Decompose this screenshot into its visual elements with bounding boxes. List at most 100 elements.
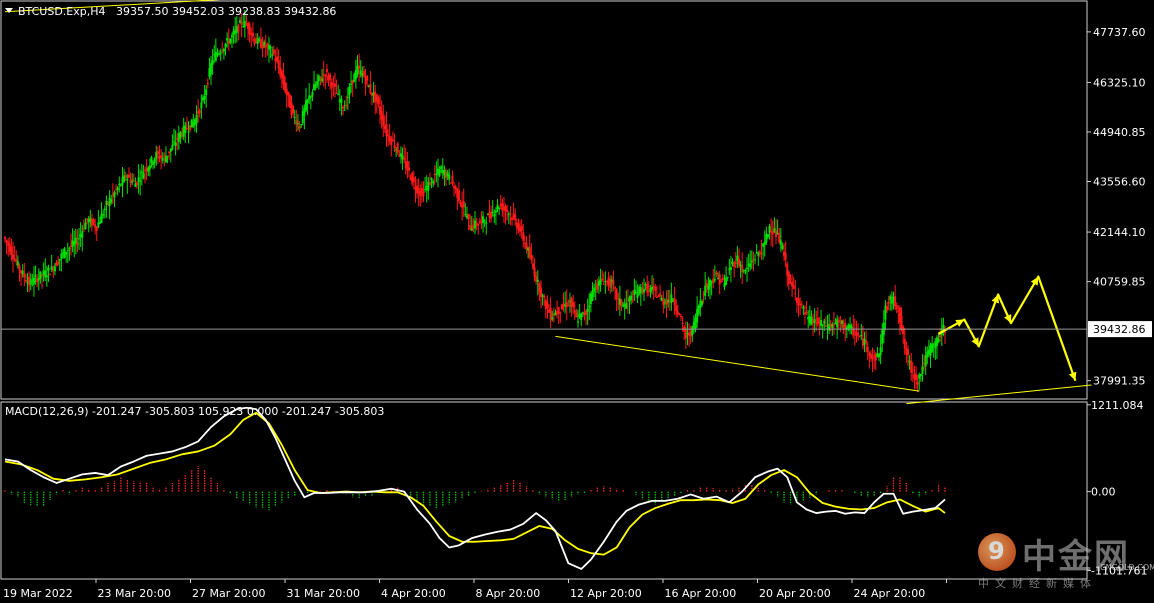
candle-body bbox=[599, 279, 602, 286]
candle-body bbox=[857, 332, 860, 336]
candle-body bbox=[32, 277, 35, 284]
candle-body bbox=[342, 106, 345, 109]
candle-body bbox=[921, 366, 924, 374]
candle-body bbox=[573, 310, 576, 313]
candle-body bbox=[792, 285, 795, 289]
candle-body bbox=[412, 177, 415, 183]
candle-body bbox=[24, 279, 27, 282]
candle-body bbox=[428, 182, 431, 186]
candle-body bbox=[153, 158, 156, 163]
candle-body bbox=[390, 138, 393, 146]
price-tick-label: 44940.85 bbox=[1093, 126, 1146, 139]
candle-body bbox=[211, 60, 214, 65]
candle-body bbox=[903, 338, 906, 349]
candle-body bbox=[533, 267, 536, 277]
candle-body bbox=[293, 117, 296, 119]
candle-body bbox=[84, 222, 87, 230]
candle-body bbox=[750, 260, 753, 263]
candle-body bbox=[184, 125, 187, 134]
candle-body bbox=[60, 253, 63, 259]
time-tick-label: 23 Mar 20:00 bbox=[98, 587, 171, 600]
candle-body bbox=[594, 291, 597, 293]
candle-body bbox=[240, 22, 243, 25]
candle-body bbox=[203, 95, 206, 100]
time-tick-label: 12 Apr 20:00 bbox=[570, 587, 642, 600]
candle-body bbox=[514, 214, 517, 221]
candle-body bbox=[522, 232, 525, 241]
candle-body bbox=[251, 32, 254, 37]
cngold-logo-icon: 9 bbox=[978, 533, 1016, 571]
candle-body bbox=[871, 356, 874, 360]
candle-body bbox=[340, 98, 343, 104]
candle-body bbox=[269, 47, 272, 49]
candle-body bbox=[802, 306, 805, 309]
candle-body bbox=[309, 96, 312, 98]
candle-body bbox=[127, 174, 130, 178]
candle-body bbox=[821, 324, 824, 326]
candle-body bbox=[272, 49, 275, 55]
candle-body bbox=[760, 252, 763, 255]
candle-body bbox=[890, 300, 893, 304]
candle-body bbox=[670, 294, 673, 304]
price-tick-label: 40759.85 bbox=[1093, 276, 1146, 289]
candle-body bbox=[509, 213, 512, 215]
candle-body bbox=[229, 38, 232, 43]
candle-body bbox=[501, 203, 504, 211]
candle-body bbox=[119, 184, 122, 186]
candle-body bbox=[81, 231, 84, 238]
candle-body bbox=[224, 43, 227, 48]
candle-body bbox=[493, 214, 496, 217]
candle-body bbox=[210, 63, 213, 75]
candle-body bbox=[296, 123, 299, 125]
candle-body bbox=[655, 296, 658, 298]
candle-body bbox=[144, 170, 147, 172]
candle-body bbox=[800, 303, 803, 305]
candle-body bbox=[494, 210, 497, 213]
candle-body bbox=[49, 274, 52, 276]
candle-body bbox=[477, 224, 480, 226]
candle-body bbox=[485, 222, 488, 224]
symbol-label: BTCUSD.Exp,H4 bbox=[18, 5, 106, 18]
candle-body bbox=[620, 299, 623, 306]
candle-body bbox=[575, 312, 578, 318]
candle-body bbox=[298, 126, 301, 129]
candle-body bbox=[832, 324, 835, 326]
candle-body bbox=[654, 286, 657, 291]
candle-body bbox=[408, 167, 411, 171]
candle-body bbox=[895, 304, 898, 310]
candle-body bbox=[264, 45, 267, 48]
candle-body bbox=[543, 296, 546, 298]
candle-body bbox=[559, 312, 562, 314]
candle-body bbox=[720, 281, 723, 283]
time-tick-label: 8 Apr 20:00 bbox=[476, 587, 541, 600]
candle-body bbox=[292, 105, 295, 114]
candle-body bbox=[580, 313, 583, 321]
candle-body bbox=[226, 37, 229, 41]
candle-body bbox=[915, 373, 918, 381]
candle-body bbox=[467, 213, 470, 220]
candle-body bbox=[673, 298, 676, 306]
candle-body bbox=[850, 325, 853, 329]
candle-body bbox=[813, 319, 816, 323]
candle-body bbox=[651, 286, 654, 290]
candle-body bbox=[68, 248, 71, 250]
candle-body bbox=[894, 296, 897, 307]
candle-body bbox=[713, 278, 716, 281]
main-frame bbox=[0, 0, 1088, 400]
candle-body bbox=[113, 192, 116, 198]
candle-body bbox=[451, 175, 454, 184]
candle-body bbox=[805, 312, 808, 314]
watermark-subtitle: 中文财经新媒体 bbox=[978, 577, 1097, 590]
candle-body bbox=[457, 189, 460, 202]
candle-body bbox=[200, 102, 203, 109]
candle-body bbox=[910, 360, 913, 373]
ohlc-label: 39357.50 39452.03 39238.83 39432.86 bbox=[116, 5, 336, 18]
trend-line bbox=[906, 384, 1092, 405]
candle-body bbox=[50, 266, 53, 270]
candle-body bbox=[758, 251, 761, 253]
candle-body bbox=[614, 287, 617, 289]
candle-body bbox=[530, 255, 533, 260]
candle-body bbox=[478, 221, 481, 224]
candle-body bbox=[142, 173, 145, 179]
candle-body bbox=[593, 287, 596, 291]
